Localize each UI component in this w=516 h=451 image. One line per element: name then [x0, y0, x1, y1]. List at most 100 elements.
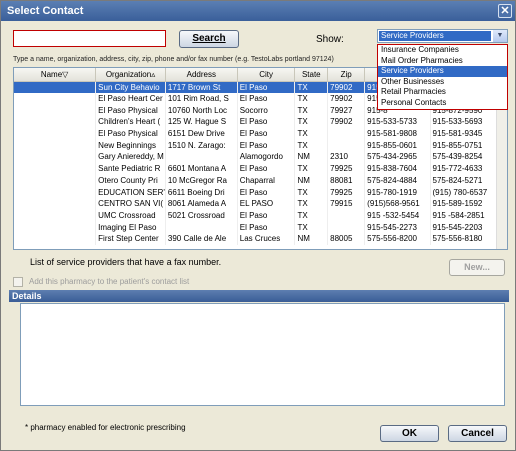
table-cell	[327, 221, 366, 233]
table-cell: (915)568-9561	[364, 197, 431, 210]
column-header-name[interactable]: Name▽	[14, 68, 97, 82]
chevron-down-icon[interactable]: ▼	[493, 30, 507, 42]
table-row[interactable]: Otero County Pri 10 McGregor Ra Chaparral N…	[14, 174, 498, 187]
table-cell: 915-545-2273	[364, 221, 431, 233]
table-cell: TX	[294, 162, 329, 175]
table-row[interactable]: Children's Heart (125 W. Hague S El Paso T…	[14, 116, 498, 128]
table-cell: 5021 Crossroad	[165, 209, 238, 222]
table-row[interactable]: EDUCATION SER' 6611 Boeing Dri El Paso TX 79…	[14, 186, 498, 198]
table-row[interactable]: Imaging El Paso El Paso TX 915-545-2273 915-…	[14, 221, 498, 233]
table-cell: El Paso	[237, 221, 296, 233]
table-cell: El Paso	[237, 209, 296, 222]
table-row[interactable]: UMC Crossroad 5021 Crossroad El Paso TX 915 …	[14, 209, 498, 222]
table-cell	[14, 232, 97, 245]
table-cell: EDUCATION SER'	[95, 186, 166, 198]
ok-button[interactable]: OK	[380, 425, 439, 442]
search-button[interactable]: Search	[179, 30, 239, 48]
dropdown-option[interactable]: Retail Pharmacies	[378, 87, 507, 98]
table-cell: 915 -584-2851	[430, 209, 498, 222]
table-cell	[14, 151, 97, 163]
table-row[interactable]: New Beginnings 1510 N. Zarago: El Paso TX 91…	[14, 139, 498, 152]
table-cell: 915-581-9808	[364, 127, 431, 140]
table-cell: TX	[294, 186, 329, 198]
table-cell: 79902	[327, 81, 366, 93]
table-cell: TX	[294, 139, 329, 152]
table-cell: UMC Crossroad	[95, 209, 166, 222]
table-cell	[14, 92, 97, 105]
column-header-zip[interactable]: Zip	[327, 68, 366, 82]
show-selected-value: Service Providers	[379, 31, 491, 41]
table-cell: 6611 Boeing Dri	[165, 186, 238, 198]
search-input[interactable]	[13, 30, 166, 47]
table-cell: Chaparral	[237, 174, 296, 187]
list-message: List of service providers that have a fa…	[30, 257, 222, 267]
dropdown-option[interactable]: Mail Order Pharmacies	[378, 56, 507, 67]
table-row[interactable]: CENTRO SAN VI(8061 Alameda A EL PASO TX 799…	[14, 197, 498, 210]
table-cell: 575-824-4884	[364, 174, 431, 187]
table-cell: 2310	[327, 151, 366, 163]
table-cell: NM	[294, 151, 329, 163]
table-cell: El Paso	[237, 81, 296, 93]
table-cell	[14, 209, 97, 222]
table-cell: El Paso	[237, 127, 296, 140]
table-cell: 88005	[327, 232, 366, 245]
new-button[interactable]: New...	[449, 259, 505, 276]
table-cell: El Paso Heart Cer	[95, 92, 166, 105]
table-cell: Children's Heart (	[95, 116, 166, 128]
table-row[interactable]: El Paso Physical 6151 Dew Drive El Paso TX 9…	[14, 127, 498, 140]
table-cell: 915-780-1919	[364, 186, 431, 198]
table-row[interactable]: First Step Center 390 Calle de Ale Las Cru…	[14, 232, 498, 245]
table-cell: El Paso	[237, 116, 296, 128]
table-cell	[14, 116, 97, 128]
table-cell: El Paso	[237, 92, 296, 105]
table-cell: 88081	[327, 174, 366, 187]
dropdown-option[interactable]: Personal Contacts	[378, 98, 507, 109]
show-select[interactable]: Service Providers ▼	[377, 29, 508, 43]
table-cell: 915-772-4633	[430, 162, 498, 175]
table-cell: TX	[294, 104, 329, 117]
column-header-state[interactable]: State	[294, 68, 329, 82]
table-cell: 575-556-8180	[430, 232, 498, 245]
table-cell: 79902	[327, 92, 366, 105]
table-cell: Las Cruces	[237, 232, 296, 245]
table-cell: 79925	[327, 186, 366, 198]
table-cell	[14, 221, 97, 233]
table-cell: TX	[294, 81, 329, 93]
table-cell	[327, 127, 366, 140]
table-cell: 915-855-0601	[364, 139, 431, 152]
table-row[interactable]: Gary Aniereddy, M Alamogordo NM 2310 575-434…	[14, 151, 498, 163]
show-dropdown-list: Insurance Companies Mail Order Pharmacies…	[377, 44, 508, 110]
table-cell: Gary Aniereddy, M	[95, 151, 166, 163]
table-cell: 6601 Montana A	[165, 162, 238, 175]
add-pharmacy-label: Add this pharmacy to the patient's conta…	[29, 277, 190, 286]
table-cell: 8061 Alameda A	[165, 197, 238, 210]
table-cell: NM	[294, 232, 329, 245]
table-cell	[327, 209, 366, 222]
table-cell	[14, 139, 97, 152]
table-row[interactable]: Sante Pediatric R 6601 Montana A El Paso TX…	[14, 162, 498, 175]
table-cell	[14, 197, 97, 210]
column-header-organization[interactable]: Organization▵	[95, 68, 166, 82]
table-cell: TX	[294, 92, 329, 105]
select-contact-dialog: Select Contact ✕ Search Show: Service Pr…	[0, 0, 516, 451]
add-pharmacy-checkbox[interactable]	[13, 277, 23, 287]
column-header-city[interactable]: City	[237, 68, 296, 82]
table-cell: 10760 North Loc	[165, 104, 238, 117]
cancel-button[interactable]: Cancel	[448, 425, 507, 442]
table-cell: Sun City Behavio	[95, 81, 166, 93]
show-label: Show:	[316, 34, 344, 45]
column-header-address[interactable]: Address	[165, 68, 238, 82]
close-icon[interactable]: ✕	[498, 4, 512, 18]
table-cell	[327, 139, 366, 152]
table-cell: (915) 780-6537	[430, 186, 498, 198]
table-cell: 101 Rim Road, S	[165, 92, 238, 105]
details-panel	[20, 303, 505, 406]
table-cell: 575-556-8200	[364, 232, 431, 245]
table-cell: 915 -532-5454	[364, 209, 431, 222]
dropdown-option[interactable]: Other Businesses	[378, 77, 507, 88]
dropdown-option[interactable]: Service Providers	[378, 66, 507, 77]
table-cell: El Paso	[237, 139, 296, 152]
table-cell: 1717 Brown St	[165, 81, 238, 93]
table-cell: 915-533-5693	[430, 116, 498, 128]
dropdown-option[interactable]: Insurance Companies	[378, 45, 507, 56]
